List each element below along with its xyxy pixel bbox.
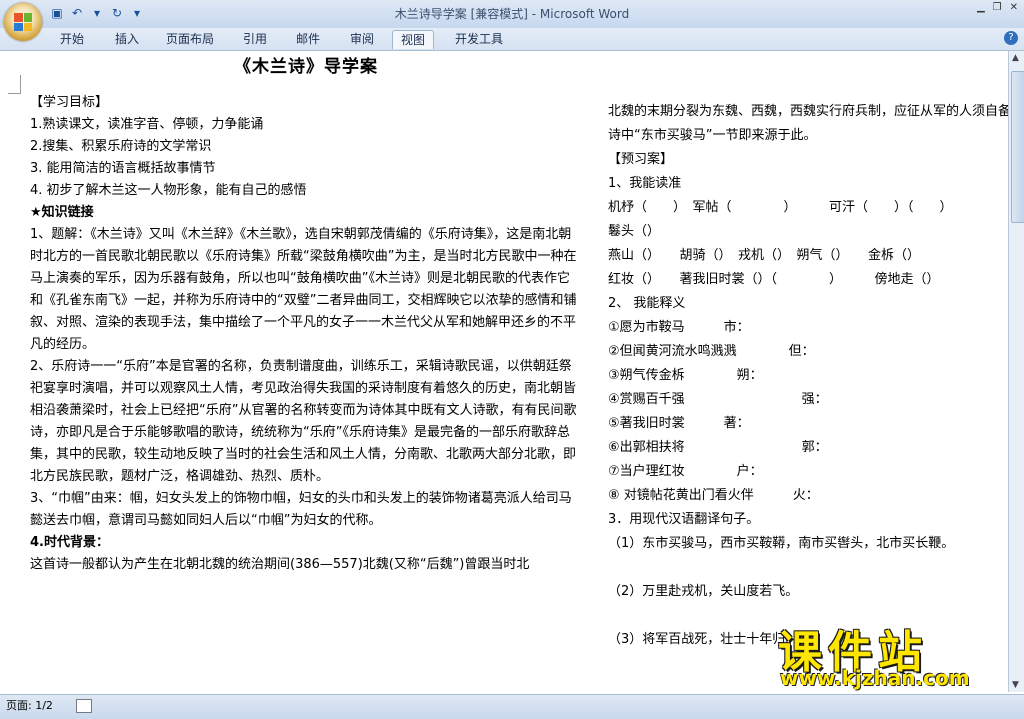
status-bar: 页面: 1/2 [0,694,1024,719]
knowledge-heading: ★知识链接 [30,205,94,220]
document-title: 《木兰诗》导学案 [234,57,378,77]
right-line: ⑧ 对镜帖花黄出门看火伴 火： [608,488,819,503]
ribbon-tabs: 开始 插入 页面布局 引用 邮件 审阅 视图 开发工具 [0,28,1024,51]
left-column: 《木兰诗》导学案 【学习目标】 1.熟读课文，读准字音、停顿，力争能诵 2.搜集… [30,56,582,576]
customize-toolbar-icon[interactable]: ▾ [130,6,144,20]
background-heading: 4.时代背景： [30,535,109,550]
save-icon[interactable]: ▣ [50,6,64,20]
right-line: 北魏的末期分裂为东魏、西魏，西魏实行府兵制，应征从军的人须自备 [608,104,1008,119]
tab-home[interactable]: 开始 [52,30,92,48]
tab-developer[interactable]: 开发工具 [447,30,511,48]
objective-3: 3. 能用简洁的语言概括故事情节 [30,161,216,176]
tab-insert[interactable]: 插入 [107,30,147,48]
page-indicator[interactable]: 页面: 1/2 [6,695,53,717]
right-line: 诗中“东市买骏马”一节即来源于此。 [608,128,817,143]
right-line: ④赏赐百千强 强： [608,392,828,407]
window-controls: ▁ ❐ ✕ [977,2,1018,13]
objective-2: 2.搜集、积累乐府诗的文学常识 [30,139,212,154]
right-column: 北魏的末期分裂为东魏、西魏，西魏实行府兵制，应征从军的人须自备 诗中“东市买骏马… [608,100,1008,652]
right-line: ⑦当户理红妆 户： [608,464,763,479]
office-logo-icon [14,13,32,31]
right-line: 机杼（ ） 军帖（ ） 可汗（ ）（ ） [608,200,953,215]
undo-icon[interactable]: ↶ [70,6,84,20]
paragraph-background: 这首诗一般都认为产生在北朝北魏的统治期间(386—557)北魏(又称“后魏”)曾… [30,557,530,572]
paragraph-jinguo: 3、“巾帼”由来：帼，妇女头发上的饰物巾帼，妇女的头巾和头发上的装饰物诸葛亮派人… [30,491,572,528]
proofing-icon[interactable] [76,699,92,713]
quick-access-toolbar: ▣ ↶ ▾ ↻ ▾ [50,5,144,21]
dropdown-arrow-icon[interactable]: ▾ [90,6,104,20]
tab-review[interactable]: 审阅 [342,30,382,48]
tab-page-layout[interactable]: 页面布局 [158,30,222,48]
paragraph-yuefu: 2、乐府诗一一“乐府”本是官署的名称，负责制谱度曲，训练乐工，采辑诗歌民谣，以供… [30,359,577,484]
minimize-icon[interactable]: ▁ [977,2,985,13]
objectives-heading: 【学习目标】 [30,95,109,110]
right-line: 2、 我能释义 [608,296,686,311]
tab-view[interactable]: 视图 [392,30,435,49]
right-line: 燕山（） 胡骑（） 戎机（） 朔气（） 金柝（） [608,248,921,263]
vertical-scrollbar[interactable]: ▲ ▼ [1008,51,1024,692]
right-line: （2）万里赴戎机，关山度若飞。 [608,584,799,599]
office-button[interactable] [4,3,42,41]
close-icon[interactable]: ✕ [1010,2,1018,13]
right-line: （1）东市买骏马，西市买鞍鞯，南市买辔头，北市买长鞭。 [608,536,955,551]
right-line: 3．用现代汉语翻译句子。 [608,512,760,527]
right-line: ①愿为市鞍马 市： [608,320,750,335]
redo-icon[interactable]: ↻ [110,6,124,20]
tab-mailings[interactable]: 邮件 [288,30,328,48]
right-line [608,556,1008,580]
window-title: 木兰诗导学案 [兼容模式] - Microsoft Word [394,7,630,21]
preview-heading: 【预习案】 [608,152,674,167]
right-line: ⑥出郭相扶将 郭： [608,440,828,455]
help-icon[interactable]: ? [1004,31,1018,45]
tab-references[interactable]: 引用 [235,30,275,48]
watermark-url: www.kjzhan.com [780,666,970,690]
scroll-down-icon[interactable]: ▼ [1012,680,1019,690]
scroll-up-icon[interactable]: ▲ [1012,53,1019,63]
right-line: 鬈头（） [608,224,661,239]
page-corner-marker [8,75,21,94]
right-line: ⑤著我旧时裳 著： [608,416,750,431]
objective-1: 1.熟读课文，读准字音、停顿，力争能诵 [30,117,264,132]
restore-icon[interactable]: ❐ [993,2,1002,13]
objective-4: 4. 初步了解木兰这一人物形象，能有自己的感悟 [30,183,307,198]
right-line: ③朔气传金柝 朔： [608,368,763,383]
paragraph-title-explanation: 1、题解：《木兰诗》又叫《木兰辞》《木兰歌》，选自宋朝郭茂倩编的《乐府诗集》，这… [30,227,577,352]
right-line: 红妆（） 著我旧时裳（）（ ） 傍地走（） [608,272,940,287]
scroll-thumb[interactable] [1011,71,1024,223]
right-line: ②但闻黄河流水鸣溅溅 但： [608,344,815,359]
right-line: 1、我能读准 [608,176,682,191]
title-bar: 木兰诗导学案 [兼容模式] - Microsoft Word ▣ ↶ ▾ ↻ ▾… [0,0,1024,28]
